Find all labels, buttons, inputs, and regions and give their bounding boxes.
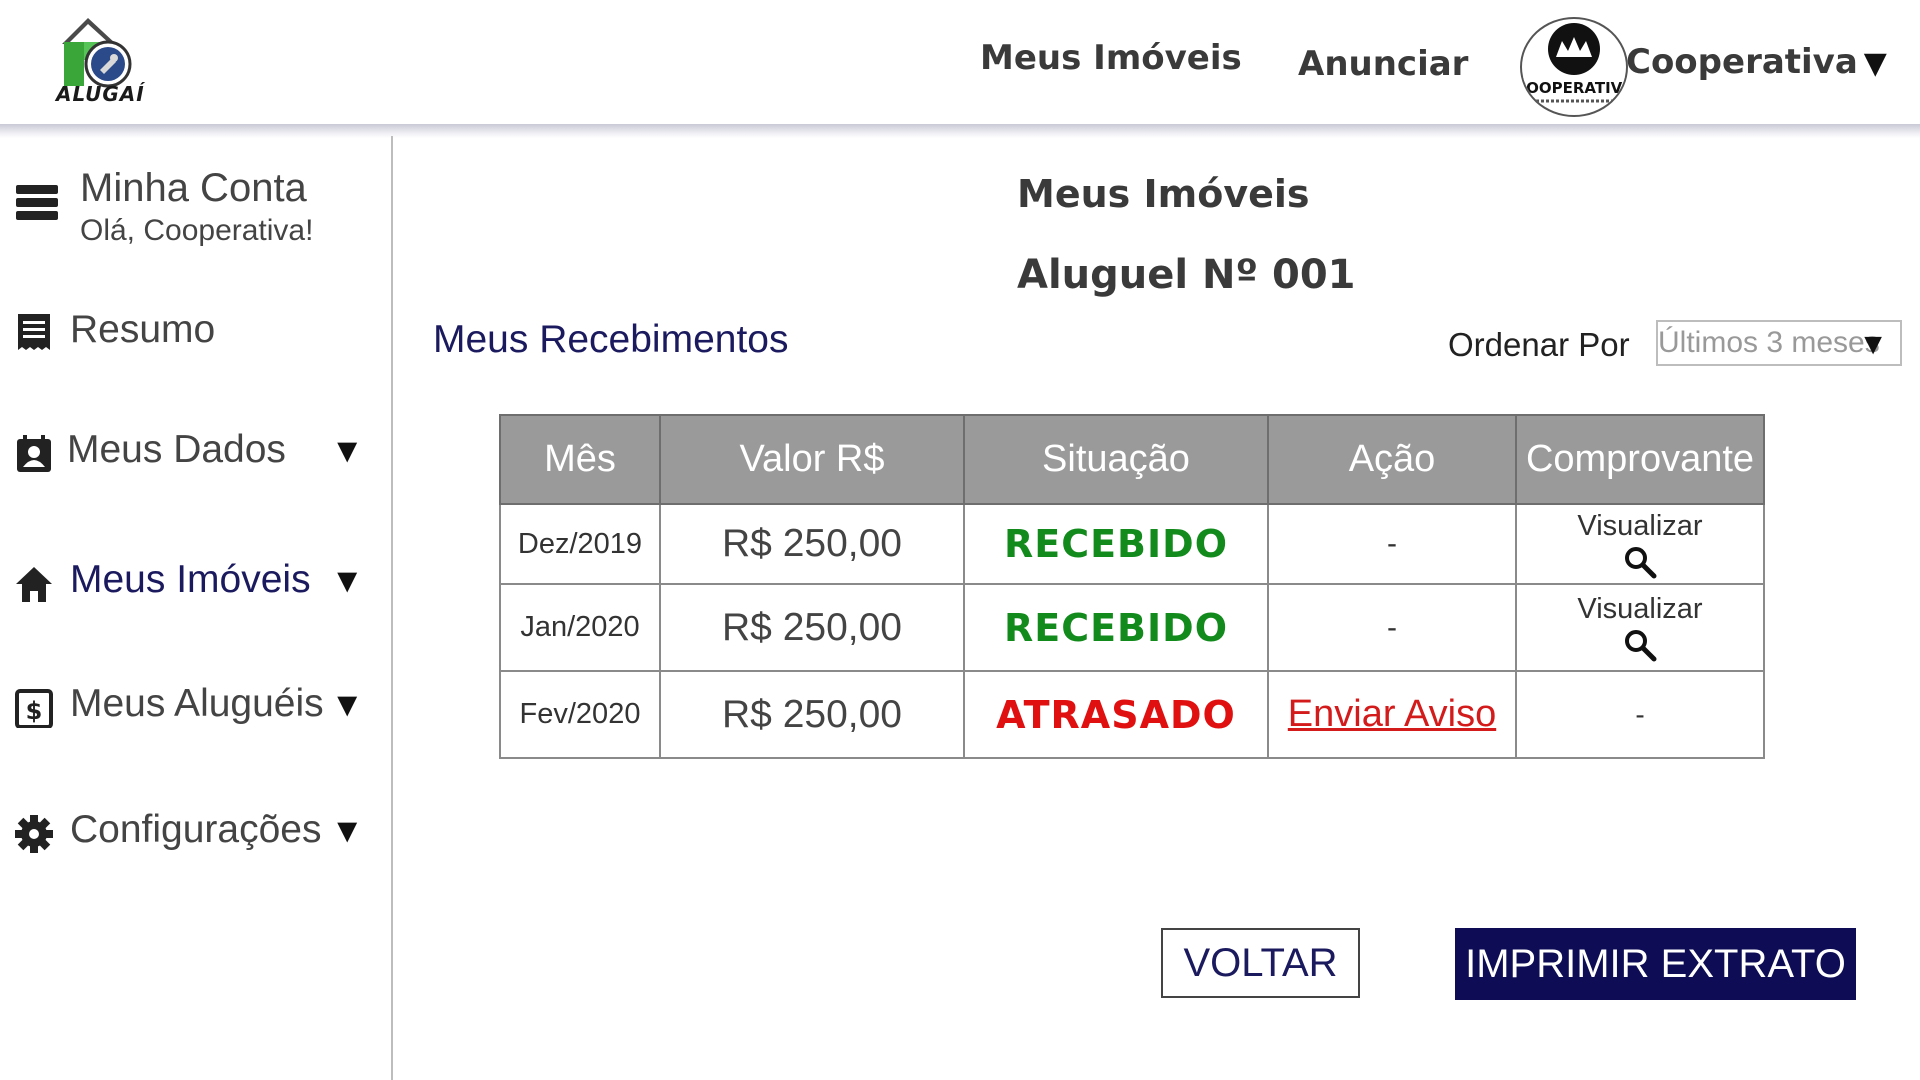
chevron-down-icon: ▼ (1863, 46, 1887, 81)
sidebar-item-meus-alugueis[interactable]: $ Meus Aluguéis ▼ (14, 682, 374, 732)
table-row: Fev/2020 R$ 250,00 ATRASADO Enviar Aviso… (499, 670, 1765, 759)
sidebar-item-meus-dados[interactable]: Meus Dados ▼ (14, 428, 374, 478)
view-receipt-button[interactable]: Visualizar (1577, 593, 1703, 662)
receipts-table: Mês Valor R$ Situação Ação Comprovante D… (499, 414, 1765, 759)
sidebar (0, 136, 392, 1080)
sort-select[interactable]: Últimos 3 meses ▼ (1656, 320, 1902, 366)
cell-acao: - (1267, 583, 1517, 672)
chevron-down-icon: ▼ (330, 812, 364, 850)
sidebar-item-configuracoes[interactable]: Configurações ▼ (14, 808, 374, 858)
table-row: Jan/2020 R$ 250,00 RECEBIDO - Visualizar (499, 583, 1765, 672)
home-icon (16, 567, 52, 602)
table-header-row: Mês Valor R$ Situação Ação Comprovante (499, 414, 1765, 505)
receipt-icon (18, 314, 50, 350)
cell-comprovante: Visualizar (1515, 503, 1765, 585)
column-header-valor: Valor R$ (659, 414, 965, 505)
cell-mes: Dez/2019 (499, 503, 661, 585)
sidebar-item-label: Meus Imóveis (70, 558, 311, 601)
app-logo[interactable]: ALUGAÍ (50, 12, 160, 108)
sidebar-divider (391, 136, 393, 1080)
sort-selected-value: Últimos 3 meses (1658, 326, 1880, 359)
status-badge: RECEBIDO (963, 503, 1269, 585)
cell-mes: Fev/2020 (499, 670, 661, 759)
column-header-situacao: Situação (963, 414, 1269, 505)
nav-meus-imoveis[interactable]: Meus Imóveis (980, 38, 1242, 78)
money-icon: $ (15, 689, 53, 728)
nav-anunciar[interactable]: Anunciar (1298, 44, 1468, 84)
sort-label: Ordenar Por (1448, 326, 1630, 363)
chevron-down-icon: ▼ (330, 686, 364, 724)
top-header: ALUGAÍ Meus Imóveis Anunciar COOPERATIVA… (0, 0, 1920, 125)
chevron-down-icon: ▼ (1858, 328, 1888, 361)
cell-comprovante: Visualizar (1515, 583, 1765, 672)
section-title: Meus Recebimentos (433, 318, 789, 361)
menu-icon[interactable] (16, 185, 58, 225)
view-receipt-label: Visualizar (1577, 593, 1703, 625)
status-badge: ATRASADO (963, 670, 1269, 759)
cell-acao: Enviar Aviso (1267, 670, 1517, 759)
cell-mes: Jan/2020 (499, 583, 661, 672)
column-header-comprovante: Comprovante (1515, 414, 1765, 505)
chevron-down-icon: ▼ (330, 432, 364, 470)
avatar-text: COOPERATIVA (1522, 79, 1626, 97)
page-title: Meus Imóveis (1017, 172, 1310, 216)
user-menu[interactable]: Cooperativa ▼ (1626, 42, 1887, 82)
print-statement-button[interactable]: IMPRIMIR EXTRATO (1455, 928, 1856, 1000)
sidebar-item-label: Meus Dados (67, 428, 286, 471)
logo-text: ALUGAÍ (56, 82, 145, 106)
svg-text:$: $ (26, 697, 43, 725)
account-title: Minha Conta (80, 166, 307, 210)
cell-acao: - (1267, 503, 1517, 585)
house-logo-icon (62, 18, 132, 88)
cooperative-seal-icon: COOPERATIVA (1522, 23, 1626, 103)
account-greeting: Olá, Cooperativa! (80, 214, 314, 247)
status-badge: RECEBIDO (963, 583, 1269, 672)
cell-valor: R$ 250,00 (659, 503, 965, 585)
cell-valor: R$ 250,00 (659, 670, 965, 759)
view-receipt-button[interactable]: Visualizar (1577, 509, 1703, 579)
contact-card-icon (17, 435, 51, 472)
sidebar-item-label: Meus Aluguéis (70, 682, 324, 725)
cell-valor: R$ 250,00 (659, 583, 965, 672)
sidebar-item-label: Configurações (70, 808, 322, 851)
chevron-down-icon: ▼ (330, 562, 364, 600)
avatar[interactable]: COOPERATIVA (1520, 17, 1628, 117)
cell-comprovante: - (1515, 670, 1765, 759)
column-header-mes: Mês (499, 414, 661, 505)
user-menu-label: Cooperativa (1626, 42, 1858, 82)
view-receipt-label: Visualizar (1577, 509, 1703, 542)
search-icon (1624, 630, 1657, 662)
sidebar-item-meus-imoveis[interactable]: Meus Imóveis ▼ (14, 558, 374, 608)
column-header-acao: Ação (1267, 414, 1517, 505)
search-icon (1624, 546, 1657, 578)
rental-title: Aluguel Nº 001 (1017, 252, 1356, 298)
table-row: Dez/2019 R$ 250,00 RECEBIDO - Visualizar (499, 503, 1765, 585)
gear-icon (15, 815, 53, 853)
send-warning-link[interactable]: Enviar Aviso (1288, 693, 1496, 735)
back-button[interactable]: VOLTAR (1161, 928, 1360, 998)
sidebar-item-resumo[interactable]: Resumo (14, 306, 374, 356)
sidebar-item-label: Resumo (70, 308, 216, 351)
